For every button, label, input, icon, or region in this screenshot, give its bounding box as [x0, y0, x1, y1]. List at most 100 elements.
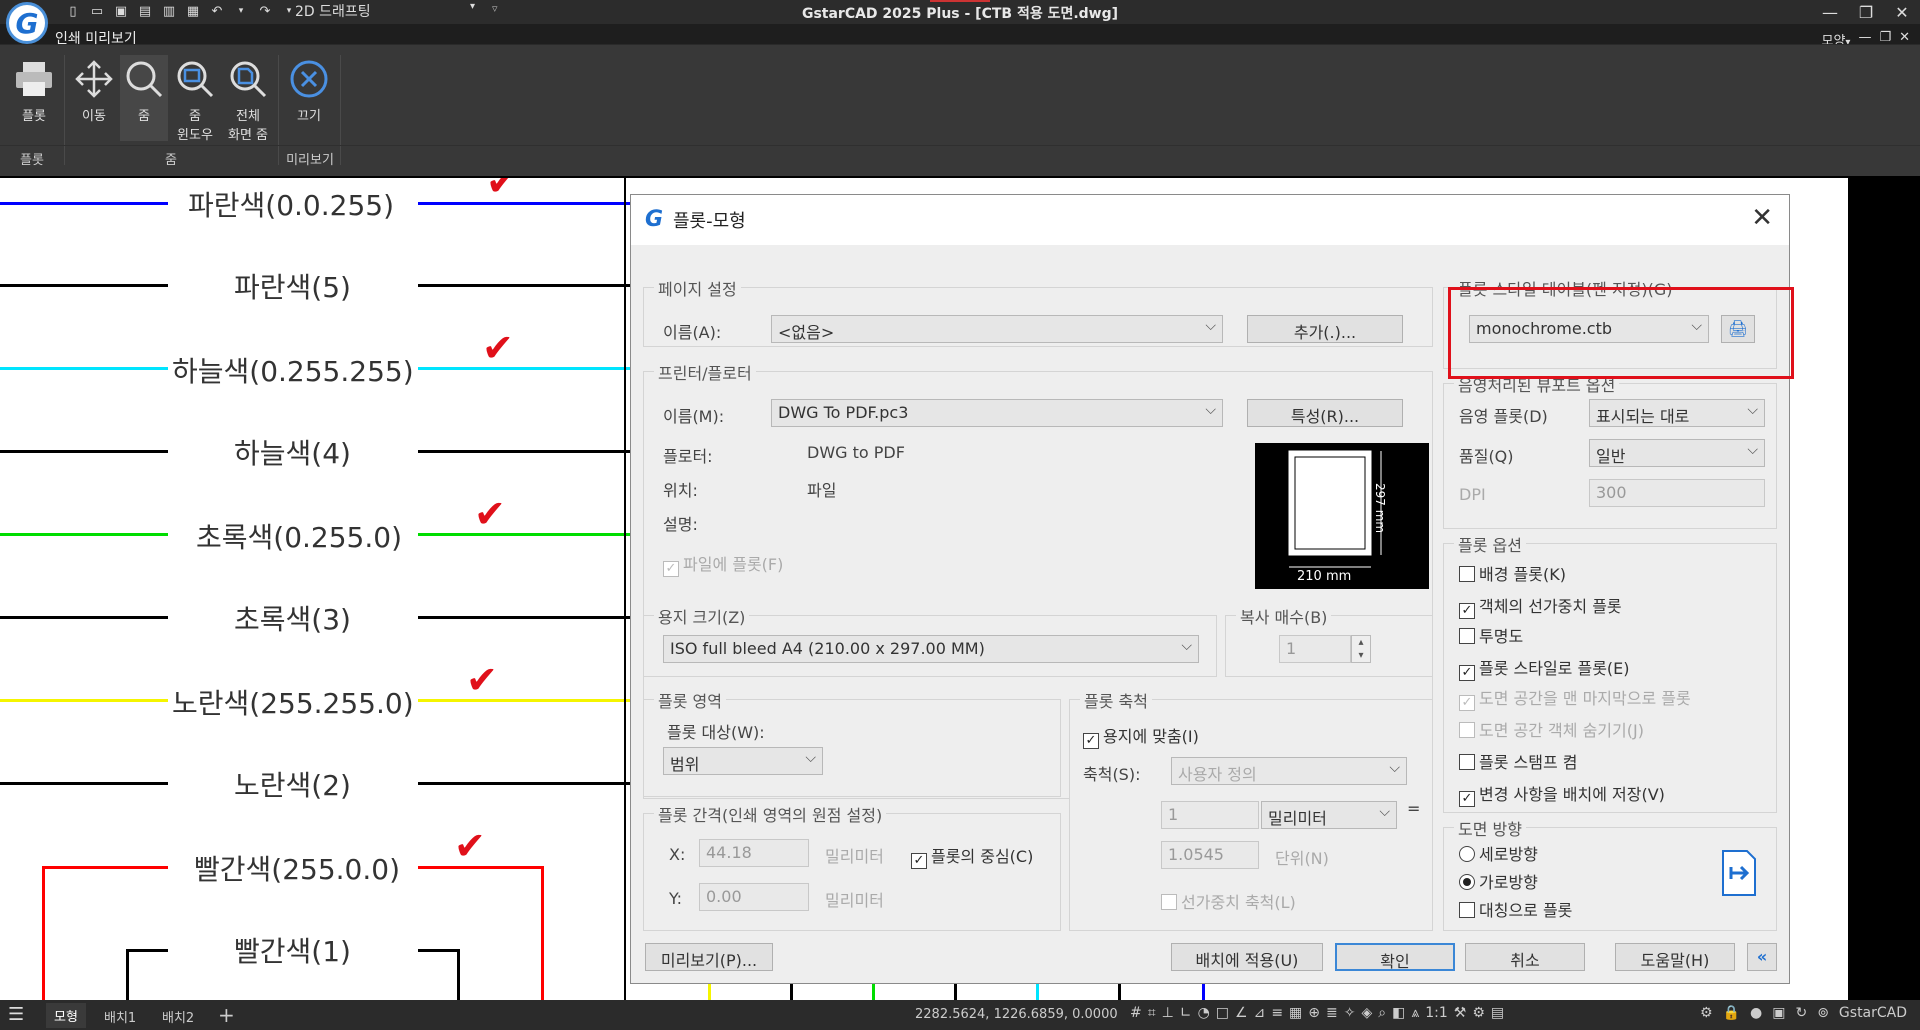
- portrait-radio[interactable]: 세로방향: [1459, 841, 1538, 865]
- save-as-icon[interactable]: ▤: [136, 2, 154, 20]
- scale-lineweights-checkbox[interactable]: 선가중치 축척(L): [1161, 889, 1296, 913]
- landscape-radio[interactable]: 가로방향: [1459, 869, 1538, 893]
- tab-layout1[interactable]: 배치1: [104, 1007, 136, 1026]
- otrack-icon[interactable]: ∠: [1235, 1005, 1248, 1021]
- preview-button[interactable]: 미리보기(P)...: [645, 943, 773, 971]
- upside-down-checkbox[interactable]: 대칭으로 플롯: [1459, 897, 1572, 921]
- transparency-checkbox[interactable]: 투명도: [1459, 623, 1523, 647]
- clean-screen-icon[interactable]: ↻: [1795, 1005, 1807, 1021]
- add-layout-button[interactable]: +: [218, 1003, 235, 1027]
- paper-size-select[interactable]: ISO full bleed A4 (210.00 x 297.00 MM) ⌵: [663, 635, 1199, 663]
- plot-with-styles-checkbox[interactable]: ✓ 플롯 스타일로 플롯(E): [1459, 655, 1630, 681]
- dpi-input[interactable]: 300: [1589, 479, 1765, 507]
- grid-table-icon[interactable]: ▤: [1491, 1005, 1504, 1021]
- minimize-button[interactable]: —: [1812, 0, 1848, 24]
- dynamic-ucs-icon[interactable]: ⊿: [1254, 1005, 1266, 1021]
- scale-label: 축척(S):: [1083, 765, 1141, 784]
- close-button[interactable]: ✕: [1884, 0, 1920, 24]
- copies-spinner[interactable]: ▴ ▾: [1351, 635, 1371, 663]
- close-preview-button[interactable]: 끄기: [285, 59, 333, 124]
- copies-input[interactable]: 1: [1279, 635, 1351, 663]
- zoom-button[interactable]: 줌: [120, 55, 168, 141]
- plot-lineweights-checkbox[interactable]: ✓ 객체의 선가중치 플롯: [1459, 593, 1622, 619]
- apply-to-layout-button[interactable]: 배치에 적용(U): [1171, 943, 1323, 971]
- transparency-icon[interactable]: ▦: [1289, 1005, 1302, 1021]
- lock-icon[interactable]: 🔒: [1723, 1005, 1740, 1021]
- zoom-extents-button[interactable]: 전체 화면 줌: [220, 59, 276, 143]
- annotation-visibility-icon[interactable]: ⚒: [1454, 1005, 1467, 1021]
- ortho-icon[interactable]: ∟: [1180, 1005, 1192, 1021]
- customize-icon[interactable]: ⊚: [1817, 1005, 1829, 1021]
- plot-button[interactable]: 플롯: [10, 59, 58, 124]
- annotation-scale-icon[interactable]: ⩓: [1411, 1005, 1419, 1021]
- restore-button[interactable]: ❐: [1848, 0, 1884, 24]
- quality-select[interactable]: 일반 ⌵: [1589, 439, 1765, 467]
- save-changes-checkbox[interactable]: ✓ 변경 사항을 배치에 저장(V): [1459, 781, 1665, 807]
- ok-button[interactable]: 확인: [1335, 943, 1455, 971]
- workspace-status-icon[interactable]: ⚙: [1472, 1005, 1485, 1021]
- undo-dropdown-icon[interactable]: ▾: [232, 2, 250, 20]
- scale-select[interactable]: 사용자 정의 ⌵: [1171, 757, 1407, 785]
- infer-constraints-icon[interactable]: ⊥: [1162, 1005, 1174, 1021]
- viewport-icon[interactable]: ◧: [1392, 1005, 1405, 1021]
- plot-stamp-checkbox[interactable]: 플롯 스탬프 켬: [1459, 749, 1578, 773]
- shade-plot-select[interactable]: 표시되는 대로 ⌵: [1589, 399, 1765, 427]
- printer-name-select[interactable]: DWG To PDF.pc3 ⌵: [771, 399, 1223, 427]
- undo-icon[interactable]: ↶: [208, 2, 226, 20]
- background-plot-checkbox[interactable]: 배경 플롯(K): [1459, 561, 1566, 585]
- new-file-icon[interactable]: ▯: [64, 2, 82, 20]
- dynamic-input-icon[interactable]: ✧: [1344, 1005, 1356, 1021]
- print-icon[interactable]: ▦: [184, 2, 202, 20]
- help-button[interactable]: 도움말(H): [1615, 943, 1735, 971]
- layers-icon[interactable]: ◈: [1361, 1005, 1372, 1021]
- pan-button[interactable]: 이동: [70, 59, 118, 124]
- offset-y-input[interactable]: 0.00: [699, 883, 809, 911]
- open-folder-icon[interactable]: ▭: [88, 2, 106, 20]
- tab-model[interactable]: 모형: [46, 1003, 86, 1028]
- plot-what-select[interactable]: 범위 ⌵: [663, 747, 823, 775]
- printer-properties-button[interactable]: 특성(R)...: [1247, 399, 1403, 427]
- scale-value2-input[interactable]: 1.0545: [1161, 841, 1259, 869]
- snap-grid-icon[interactable]: ⌗: [1148, 1005, 1156, 1021]
- scale-value1-input[interactable]: 1: [1161, 801, 1259, 829]
- plot-to-file-checkbox[interactable]: ✓ 파일에 플롯(F): [663, 551, 783, 577]
- workspace-selector[interactable]: 2D 드래프팅 ▾: [295, 1, 475, 21]
- hardware-acceleration-icon[interactable]: ▣: [1772, 1005, 1785, 1021]
- tab-layout2[interactable]: 배치2: [162, 1007, 194, 1026]
- polar-icon[interactable]: ◔: [1198, 1005, 1210, 1021]
- annotation-scale-value[interactable]: 1:1: [1425, 1005, 1448, 1021]
- scale-unit-select[interactable]: 밀리미터 ⌵: [1261, 801, 1397, 829]
- save-icon[interactable]: ▣: [112, 2, 130, 20]
- isolate-icon[interactable]: ●: [1750, 1005, 1762, 1021]
- zoom-status-icon[interactable]: ⌕: [1378, 1005, 1386, 1021]
- app-logo[interactable]: G: [6, 2, 48, 44]
- customize-qat-icon[interactable]: ▿: [492, 2, 498, 15]
- page-setup-add-button[interactable]: 추가(.)...: [1247, 315, 1403, 343]
- center-plot-checkbox[interactable]: ✓ 플롯의 중심(C): [911, 843, 1033, 869]
- landscape-orientation-icon: [1721, 849, 1757, 897]
- cancel-button[interactable]: 취소: [1465, 943, 1585, 971]
- page-setup-name-select[interactable]: <없음> ⌵: [771, 315, 1223, 343]
- hamburger-menu-icon[interactable]: ☰: [8, 1004, 24, 1025]
- osnap-icon[interactable]: □: [1216, 1005, 1229, 1021]
- offset-x-input[interactable]: 44.18: [699, 839, 809, 867]
- selection-cycling-icon[interactable]: ⊕: [1308, 1005, 1320, 1021]
- print-setup-icon[interactable]: ▥: [160, 2, 178, 20]
- canvas-label: 파란색(0.0.255): [188, 189, 395, 222]
- collapse-button[interactable]: «: [1747, 943, 1777, 971]
- settings-gear-icon[interactable]: ⚙: [1700, 1005, 1713, 1021]
- fit-to-paper-checkbox[interactable]: ✓ 용지에 맞춤(I): [1083, 723, 1199, 749]
- 3d-osnap-icon[interactable]: ≣: [1326, 1005, 1338, 1021]
- blue-line: [418, 202, 638, 205]
- zoom-extents-icon: [228, 59, 268, 99]
- lineweight-icon[interactable]: ≡: [1271, 1005, 1283, 1021]
- style-table-select[interactable]: monochrome.ctb ⌵: [1469, 315, 1709, 343]
- paperspace-last-checkbox[interactable]: ✓ 도면 공간을 맨 마지막으로 플롯: [1459, 685, 1691, 711]
- dialog-close-button[interactable]: ✕: [1751, 203, 1773, 233]
- grid-icon[interactable]: #: [1130, 1005, 1142, 1021]
- redo-icon[interactable]: ↷: [256, 2, 274, 20]
- hide-paperspace-checkbox[interactable]: 도면 공간 객체 숨기기(J): [1459, 717, 1644, 741]
- style-table-edit-button[interactable]: 🖨: [1721, 315, 1755, 343]
- paper-size-title: 용지 크기(Z): [654, 604, 750, 628]
- zoom-window-button[interactable]: 줌 윈도우: [170, 59, 220, 143]
